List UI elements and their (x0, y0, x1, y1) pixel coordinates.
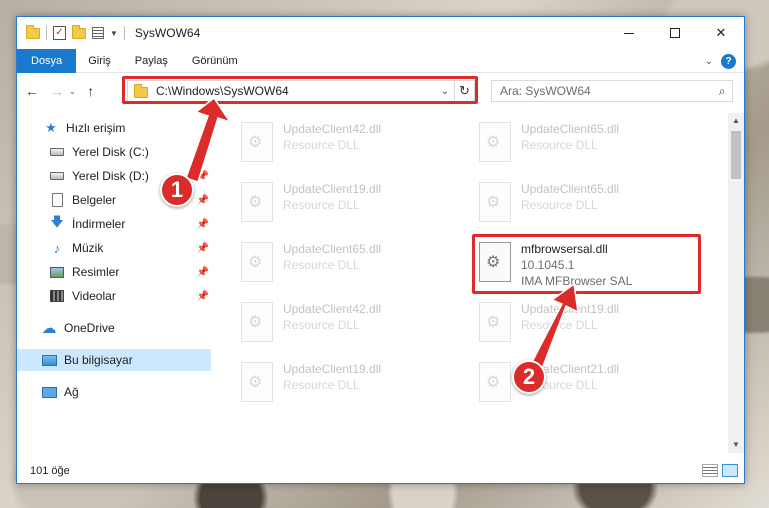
annotation-arrows (185, 96, 579, 376)
arrow-1 (185, 96, 232, 183)
step-2-badge: 2 (512, 360, 546, 394)
arrow-2 (529, 282, 579, 376)
step-1-badge: 1 (160, 173, 194, 207)
